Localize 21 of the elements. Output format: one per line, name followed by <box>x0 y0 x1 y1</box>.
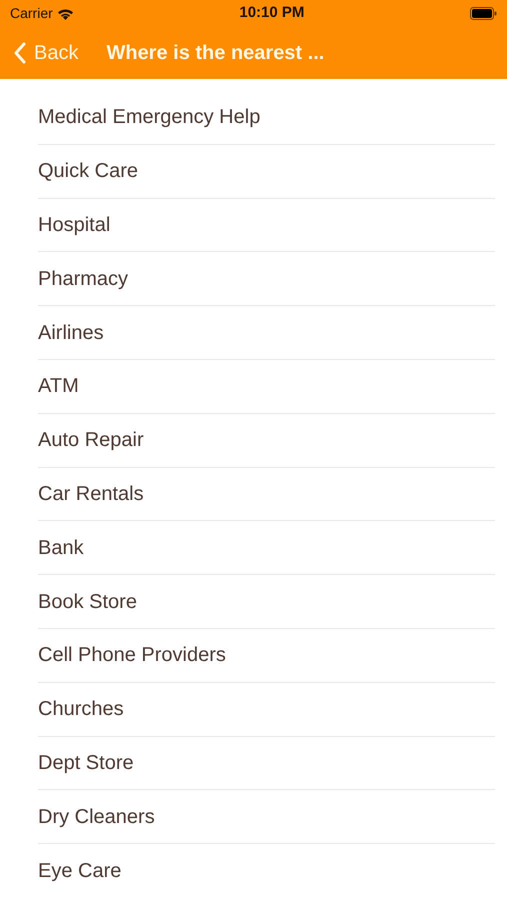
list-item[interactable]: Dept Store <box>38 736 495 790</box>
list-item[interactable]: Dry Cleaners <box>38 790 495 844</box>
list-item[interactable]: Quick Care <box>38 144 495 199</box>
wifi-icon <box>56 8 74 20</box>
clock-time: 10:10 PM <box>239 3 304 24</box>
list-item[interactable]: Medical Emergency Help <box>38 91 495 145</box>
list-item[interactable]: Cell Phone Providers <box>38 628 495 683</box>
list-item[interactable]: Auto Repair <box>38 414 495 468</box>
list-item[interactable]: Eye Care <box>38 844 495 898</box>
list-item[interactable]: Hospital <box>38 198 495 252</box>
carrier-label: Carrier <box>10 4 53 23</box>
list-item[interactable]: Bank <box>38 521 495 576</box>
list-item[interactable]: ATM <box>38 360 495 414</box>
battery-icon <box>470 7 497 20</box>
chevron-left-icon <box>14 42 26 64</box>
list-item[interactable]: Car Rentals <box>38 468 495 522</box>
list-item[interactable]: Pharmacy <box>38 252 495 306</box>
list-item[interactable]: Churches <box>38 682 495 737</box>
list-item[interactable]: Book Store <box>38 575 495 629</box>
list-item[interactable]: Airlines <box>38 306 495 360</box>
screen-title: Where is the nearest ... <box>106 41 324 66</box>
